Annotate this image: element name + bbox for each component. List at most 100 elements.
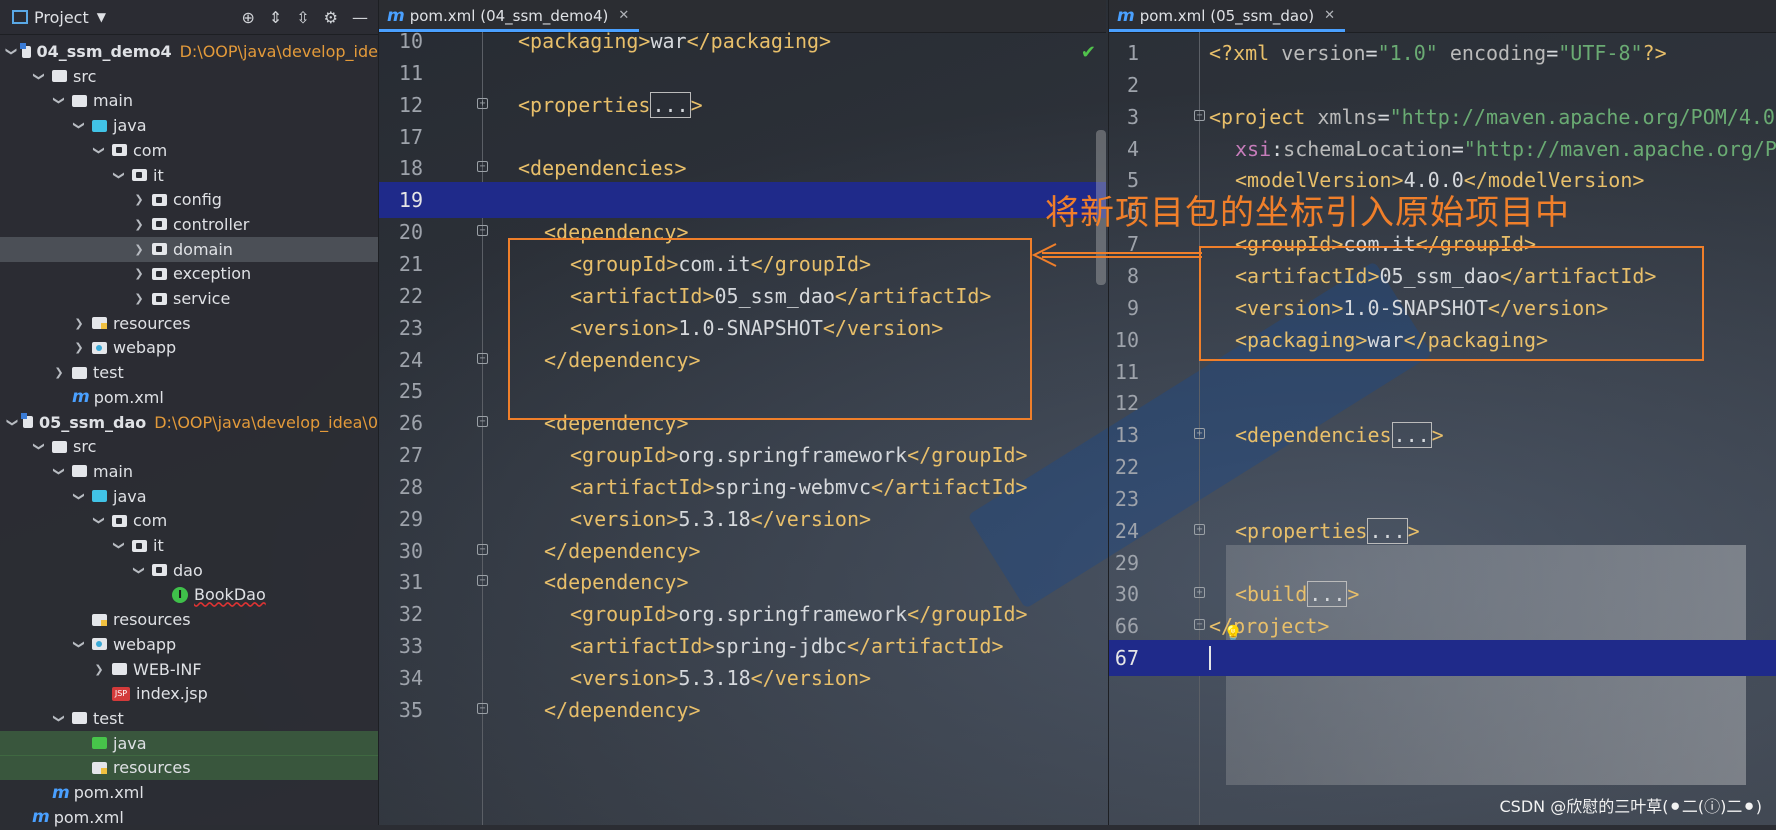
code-line[interactable]: 22	[1109, 449, 1776, 485]
collapse-all-icon[interactable]: ⇳	[296, 8, 309, 27]
gear-icon[interactable]: ⚙	[324, 8, 338, 27]
chevron-right-icon[interactable]: ❯	[72, 341, 86, 354]
tree-item[interactable]: ❯ exception	[0, 261, 378, 286]
tree-item[interactable]: ❯ resources	[0, 311, 378, 336]
tree-item[interactable]: I BookDao	[0, 582, 378, 607]
code-line[interactable]: 30 + <build... >	[1109, 576, 1776, 612]
tree-item[interactable]: ❯ controller	[0, 212, 378, 237]
tree-item[interactable]: resources	[0, 607, 378, 632]
tree-item[interactable]: ❯ it	[0, 163, 378, 188]
tree-item[interactable]: ❯ it	[0, 533, 378, 558]
code-line[interactable]: 33 <artifactId>spring-jdbc</artifactId>	[379, 628, 1106, 664]
tree-item[interactable]: ❯ java	[0, 113, 378, 138]
code-line[interactable]: 10 <packaging>war</packaging>	[379, 23, 1106, 59]
fold-collapse-icon[interactable]: −	[1194, 619, 1205, 631]
chevron-right-icon[interactable]: ❯	[132, 292, 146, 305]
code-line[interactable]: 2	[1109, 67, 1776, 103]
fold-collapse-icon[interactable]: −	[477, 575, 488, 587]
chevron-right-icon[interactable]: ❯	[72, 317, 86, 330]
code-line[interactable]: 4 xsi:schemaLocation="http://maven.apache…	[1109, 131, 1776, 167]
code-line[interactable]: 24 + <properties... >	[1109, 513, 1776, 549]
tree-item[interactable]: ❯ java	[0, 484, 378, 509]
chevron-down-icon[interactable]: ❯	[5, 47, 18, 56]
chevron-down-icon[interactable]: ❯	[53, 94, 66, 108]
code-line[interactable]: 29	[1109, 545, 1776, 581]
tree-item[interactable]: ❯ main	[0, 459, 378, 484]
chevron-right-icon[interactable]: ❯	[132, 218, 146, 231]
chevron-down-icon[interactable]: ❯	[33, 440, 46, 454]
code-line[interactable]: 28 <artifactId>spring-webmvc</artifactId>	[379, 469, 1106, 505]
chevron-right-icon[interactable]: ❯	[92, 663, 106, 676]
code-line[interactable]: 30 − </dependency>	[379, 533, 1106, 569]
editor-pom-05-ssm-dao[interactable]: m pom.xml (05_ssm_dao) ✕ 1 <?xml version=…	[1108, 0, 1776, 825]
chevron-down-icon[interactable]: ❯	[53, 464, 66, 478]
chevron-right-icon[interactable]: ❯	[132, 267, 146, 280]
tree-item[interactable]: ❯ service	[0, 286, 378, 311]
code-line[interactable]: 67	[1109, 640, 1776, 677]
chevron-right-icon[interactable]: ❯	[132, 243, 146, 256]
fold-collapse-icon[interactable]: −	[477, 543, 488, 555]
project-panel-title[interactable]: Project	[34, 8, 89, 27]
code-line[interactable]: 18 − <dependencies>	[379, 150, 1106, 186]
tree-item[interactable]: ❯ 04_ssm_demo4 D:\OOP\java\develop_ide	[0, 39, 378, 64]
tree-item[interactable]: ❯ main	[0, 88, 378, 113]
tree-item[interactable]: ❯ WEB-INF	[0, 657, 378, 682]
tree-item[interactable]: ❯ 05_ssm_dao D:\OOP\java\develop_idea\0	[0, 410, 378, 435]
tree-item[interactable]: JSP index.jsp	[0, 681, 378, 706]
chevron-down-icon[interactable]: ❯	[113, 539, 126, 553]
tree-item[interactable]: resources	[0, 755, 378, 781]
fold-expand-icon[interactable]: +	[1194, 428, 1205, 440]
tree-item[interactable]: ❯ dao	[0, 558, 378, 583]
code-line[interactable]: 11	[379, 55, 1106, 91]
tab-pom-05-ssm-dao[interactable]: m pom.xml (05_ssm_dao) ✕	[1109, 2, 1346, 32]
close-icon[interactable]: ✕	[1324, 8, 1335, 23]
chevron-down-icon[interactable]: ❯	[6, 417, 19, 426]
code-line[interactable]: 12 + <properties... >	[379, 87, 1106, 123]
code-line[interactable]: 13 + <dependencies... >	[1109, 417, 1776, 453]
code-line[interactable]: 27 <groupId>org.springframework</groupId>	[379, 437, 1106, 473]
fold-collapse-icon[interactable]: −	[477, 416, 488, 428]
fold-collapse-icon[interactable]: −	[477, 702, 488, 714]
expand-all-icon[interactable]: ⇕	[269, 8, 282, 27]
tree-item[interactable]: ❯ webapp	[0, 632, 378, 657]
code-line[interactable]: 35 − </dependency>	[379, 692, 1106, 728]
code-line[interactable]: 12	[1109, 385, 1776, 421]
tree-item[interactable]: ❯ src	[0, 434, 378, 459]
chevron-down-icon[interactable]: ❯	[133, 563, 146, 577]
code-line[interactable]: 1 <?xml version="1.0" encoding="UTF-8"?>	[1109, 35, 1776, 71]
code-line[interactable]: 17	[379, 119, 1106, 155]
tree-item[interactable]: ❯ com	[0, 508, 378, 533]
fold-expand-icon[interactable]: +	[477, 97, 488, 109]
tree-item[interactable]: ❯ src	[0, 64, 378, 89]
chevron-down-icon[interactable]: ❯	[93, 143, 106, 157]
tree-item[interactable]: java	[0, 730, 378, 756]
fold-collapse-icon[interactable]: −	[477, 225, 488, 237]
tree-item[interactable]: ❯ com	[0, 138, 378, 163]
code-line[interactable]: 34 <version>5.3.18</version>	[379, 660, 1106, 696]
code-line[interactable]: 3 − <project xmlns="http://maven.apache.or…	[1109, 99, 1776, 135]
tree-item[interactable]: ❯ config	[0, 187, 378, 212]
chevron-down-icon[interactable]: ▼	[97, 10, 106, 24]
tree-item[interactable]: m pom.xml	[0, 780, 378, 805]
code-line[interactable]: 19	[379, 182, 1106, 219]
minimize-icon[interactable]: —	[352, 8, 368, 27]
tree-item[interactable]: ❯ test	[0, 706, 378, 731]
close-icon[interactable]: ✕	[618, 8, 629, 23]
fold-collapse-icon[interactable]: −	[477, 352, 488, 364]
chevron-down-icon[interactable]: ❯	[73, 119, 86, 133]
chevron-right-icon[interactable]: ❯	[132, 193, 146, 206]
tree-item[interactable]: m pom.xml	[0, 805, 378, 830]
chevron-down-icon[interactable]: ❯	[113, 168, 126, 182]
chevron-down-icon[interactable]: ❯	[33, 69, 46, 83]
tree-item[interactable]: ❯ domain	[0, 236, 378, 262]
locate-icon[interactable]: ⊕	[241, 8, 254, 27]
fold-expand-icon[interactable]: +	[1194, 523, 1205, 535]
chevron-right-icon[interactable]: ❯	[52, 366, 66, 379]
tree-item[interactable]: ❯ webapp	[0, 335, 378, 360]
code-line[interactable]: 66− </project> 💡	[1109, 608, 1776, 644]
fold-collapse-icon[interactable]: −	[477, 161, 488, 173]
tree-item[interactable]: ❯ test	[0, 360, 378, 385]
chevron-down-icon[interactable]: ❯	[93, 514, 106, 528]
chevron-down-icon[interactable]: ❯	[73, 637, 86, 651]
tree-item[interactable]: m pom.xml	[0, 385, 378, 410]
